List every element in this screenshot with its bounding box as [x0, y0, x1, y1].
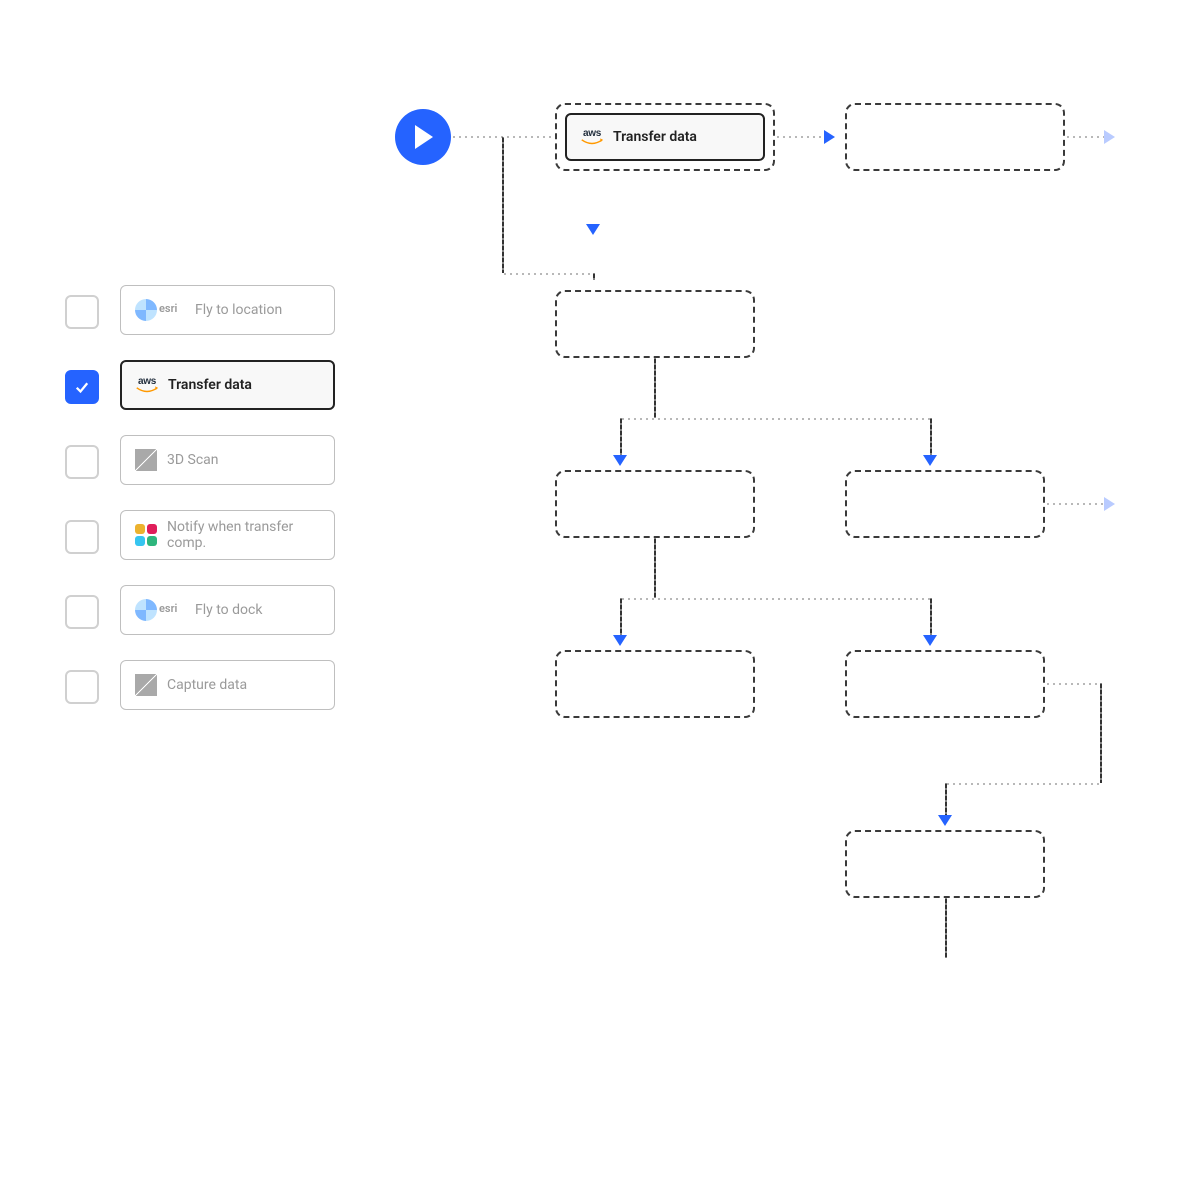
action-card[interactable]: Notify when transfer comp.: [120, 510, 335, 560]
action-transfer-data[interactable]: aws Transfer data: [65, 360, 405, 410]
connector: [620, 598, 622, 638]
connector: [502, 273, 594, 275]
action-fly-to-location[interactable]: Fly to location: [65, 285, 405, 335]
checkbox[interactable]: [65, 445, 99, 479]
connector: [930, 598, 932, 638]
aws-icon: aws: [581, 129, 603, 146]
action-card[interactable]: Fly to dock: [120, 585, 335, 635]
action-capture-data[interactable]: Capture data: [65, 660, 405, 710]
checkbox[interactable]: [65, 295, 99, 329]
flow-node[interactable]: [555, 650, 755, 718]
action-label: Notify when transfer comp.: [167, 519, 320, 551]
connector: [654, 358, 656, 418]
action-label: Fly to location: [167, 302, 282, 318]
arrow-down-icon: [586, 224, 600, 235]
flow-node[interactable]: [555, 470, 755, 538]
action-3d-scan[interactable]: 3D Scan: [65, 435, 405, 485]
connector: [620, 418, 622, 458]
scan-icon: [135, 674, 157, 696]
connector: [654, 538, 656, 598]
action-card[interactable]: 3D Scan: [120, 435, 335, 485]
arrow-down-icon: [613, 635, 627, 646]
connector: [1100, 683, 1102, 783]
action-label: Transfer data: [168, 377, 252, 393]
arrow-right-icon: [824, 130, 835, 144]
workflow-canvas: Fly to location aws Transfer data 3D Sca…: [0, 0, 1200, 1200]
flow-node[interactable]: [845, 470, 1045, 538]
connector: [945, 783, 1100, 785]
arrow-down-icon: [923, 635, 937, 646]
connector: [593, 273, 595, 280]
connector: [945, 898, 947, 958]
checkbox[interactable]: [65, 520, 99, 554]
flow-node-label: Transfer data: [613, 129, 697, 145]
aws-icon: aws: [136, 374, 158, 396]
action-label: Fly to dock: [167, 602, 262, 618]
connector: [930, 418, 932, 458]
action-label: 3D Scan: [167, 452, 219, 468]
arrow-right-icon: [1104, 497, 1115, 511]
play-icon: [413, 125, 433, 149]
action-fly-to-dock[interactable]: Fly to dock: [65, 585, 405, 635]
arrow-down-icon: [938, 815, 952, 826]
connector: [620, 418, 930, 420]
flow-node[interactable]: [845, 650, 1045, 718]
action-card[interactable]: Capture data: [120, 660, 335, 710]
connector: [620, 598, 930, 600]
action-card[interactable]: Fly to location: [120, 285, 335, 335]
flow-node[interactable]: [845, 103, 1065, 171]
arrow-right-icon: [1104, 130, 1115, 144]
scan-icon: [135, 449, 157, 471]
checkbox[interactable]: [65, 670, 99, 704]
connector: [1045, 683, 1100, 685]
checkbox[interactable]: [65, 595, 99, 629]
esri-icon: [135, 299, 157, 321]
esri-icon: [135, 599, 157, 621]
slack-icon: [135, 524, 157, 546]
flow-node[interactable]: [555, 290, 755, 358]
checkbox[interactable]: [65, 370, 99, 404]
action-label: Capture data: [167, 677, 247, 693]
connector: [1045, 503, 1105, 505]
connector: [945, 783, 947, 818]
flow-node-active-inner[interactable]: aws Transfer data: [565, 113, 765, 161]
connector: [1065, 136, 1105, 138]
action-notify-transfer[interactable]: Notify when transfer comp.: [65, 510, 405, 560]
flow-node[interactable]: [845, 830, 1045, 898]
connector: [502, 137, 504, 273]
arrow-down-icon: [923, 455, 937, 466]
action-card[interactable]: aws Transfer data: [120, 360, 335, 410]
connector: [775, 136, 825, 138]
play-button[interactable]: [395, 109, 451, 165]
arrow-down-icon: [613, 455, 627, 466]
